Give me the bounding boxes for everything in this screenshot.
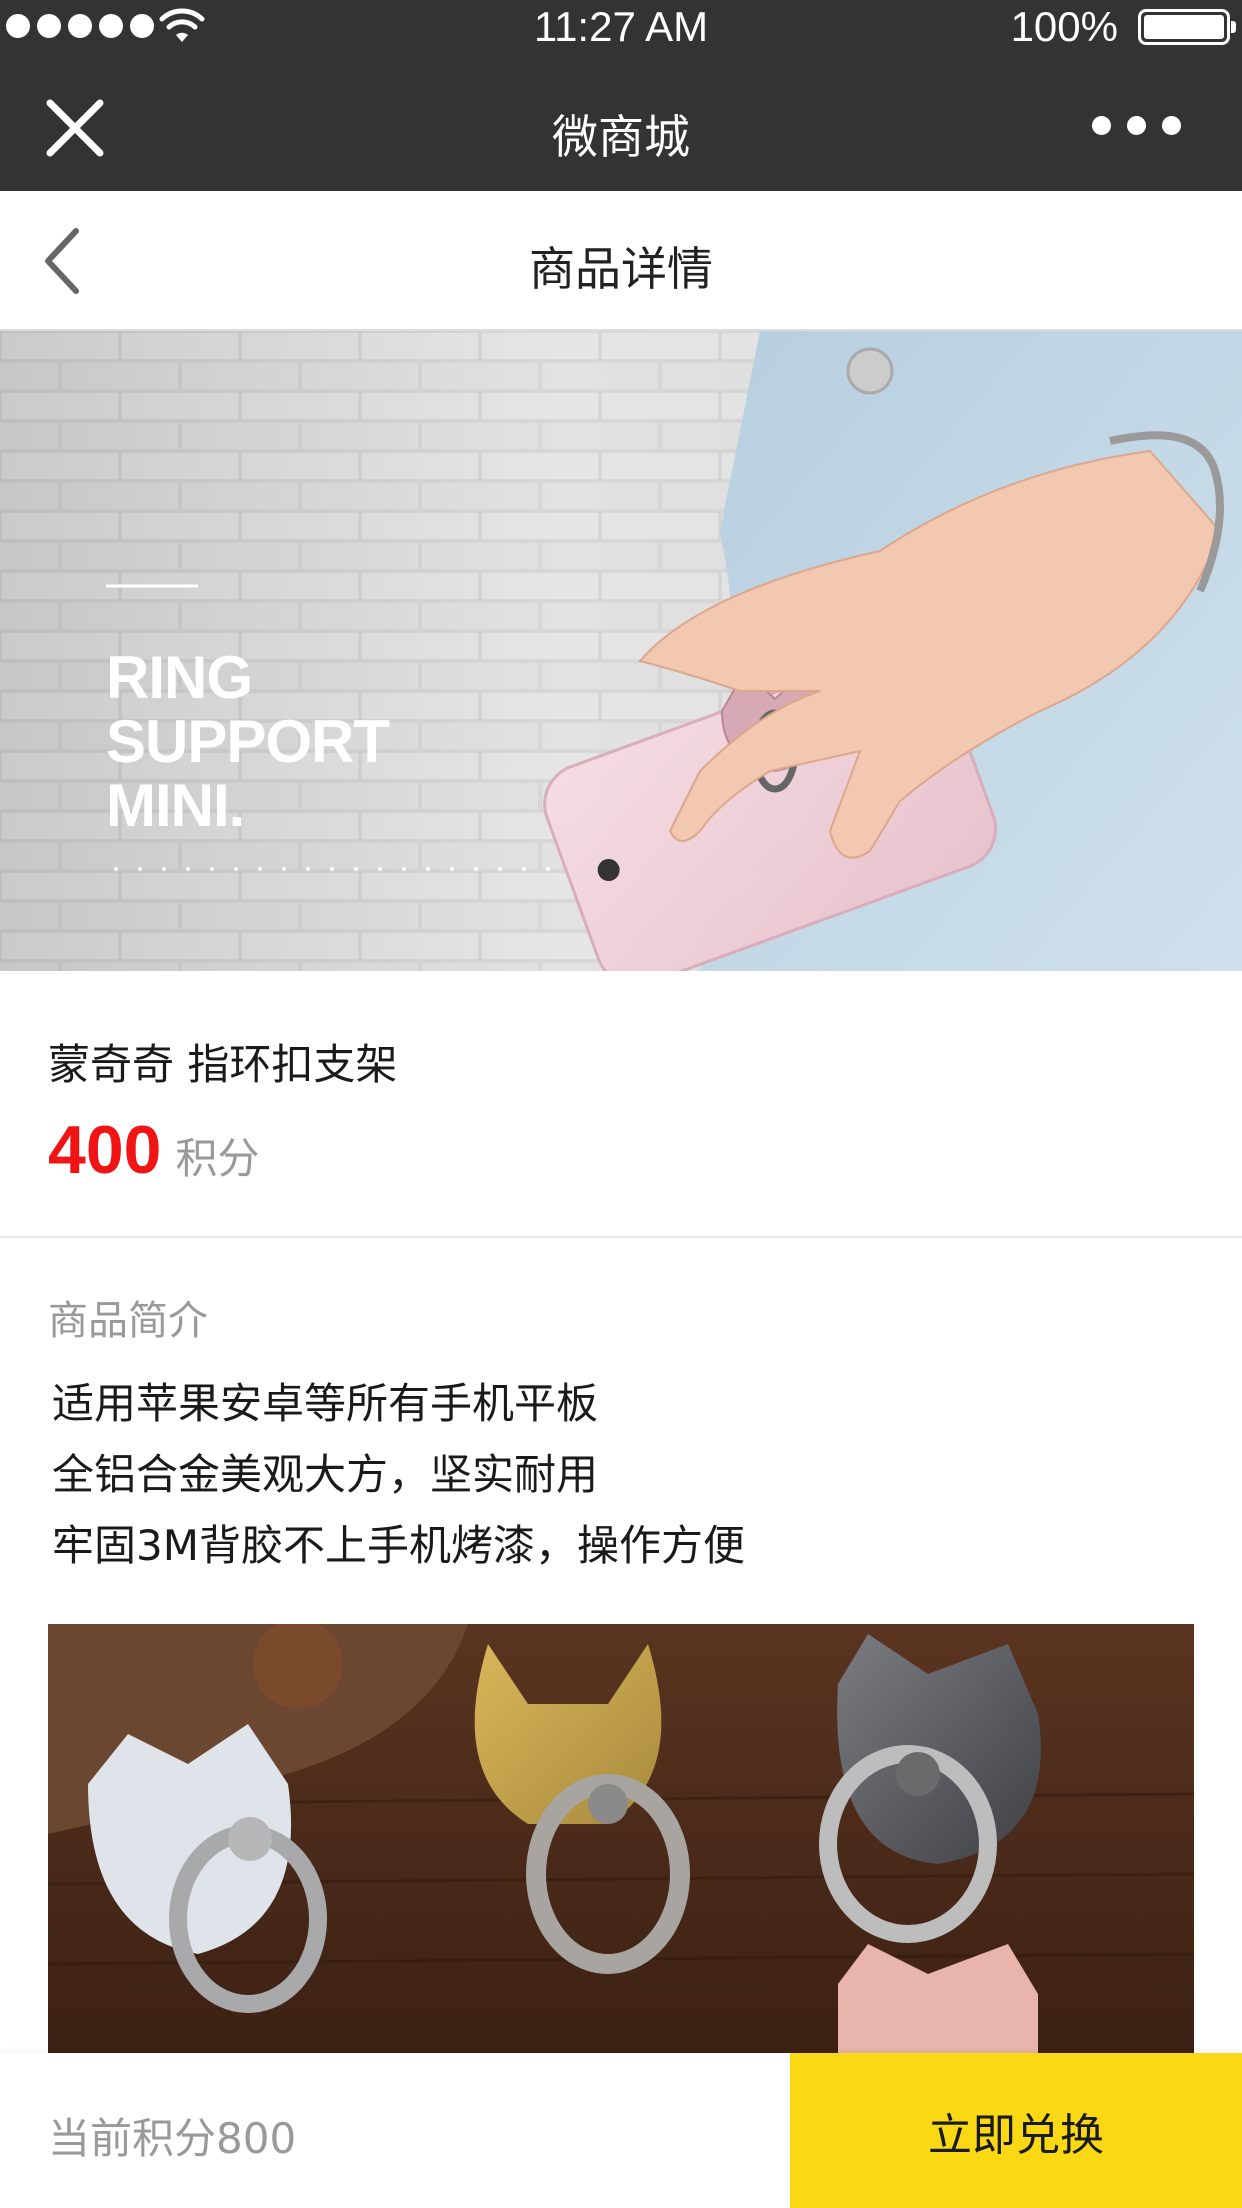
product-info: 蒙奇奇 指环扣支架 400 积分 (0, 971, 1242, 1238)
hero-line: SUPPORT (106, 708, 390, 775)
redeem-button[interactable]: 立即兑换 (790, 2053, 1242, 2208)
hero-slogan: RING SUPPORT MINI. (106, 644, 390, 839)
product-price: 400 (48, 1112, 162, 1188)
battery-icon (1138, 9, 1236, 45)
more-dots-icon[interactable] (1092, 105, 1202, 145)
page-title: 商品详情 (529, 242, 713, 296)
description-text: 适用苹果安卓等所有手机平板 全铝合金美观大方，坚实耐用 牢固3M背胶不上手机烤漆… (52, 1368, 745, 1581)
description-line: 全铝合金美观大方，坚实耐用 (52, 1450, 599, 1499)
product-detail-image (48, 1624, 1194, 2064)
description-line: 适用苹果安卓等所有手机平板 (52, 1379, 599, 1428)
price-unit: 积分 (175, 1134, 260, 1183)
hero-line: RING (106, 644, 253, 711)
current-points-label: 当前积分800 (48, 2114, 297, 2163)
wechat-title: 微商城 (552, 110, 690, 164)
rings-photo (48, 1624, 1194, 2064)
bottom-action-bar: 当前积分800 立即兑换 (0, 2053, 1242, 2208)
description-line: 牢固3M背胶不上手机烤漆，操作方便 (52, 1521, 745, 1570)
hero-line: MINI. (106, 772, 245, 839)
price-row: 400 积分 (48, 1111, 259, 1189)
product-description: 商品简介 适用苹果安卓等所有手机平板 全铝合金美观大方，坚实耐用 牢固3M背胶不… (0, 1238, 1242, 2064)
wechat-nav-bar: 微商城 (0, 55, 1242, 191)
status-bar: 11:27 AM 100% (0, 0, 1242, 55)
description-title: 商品简介 (48, 1298, 208, 1344)
battery-percentage: 100% (1010, 3, 1118, 50)
page-header: 商品详情 (0, 191, 1242, 331)
product-name: 蒙奇奇 指环扣支架 (48, 1040, 398, 1089)
hero-banner-image: RING SUPPORT MINI. (0, 331, 1242, 971)
